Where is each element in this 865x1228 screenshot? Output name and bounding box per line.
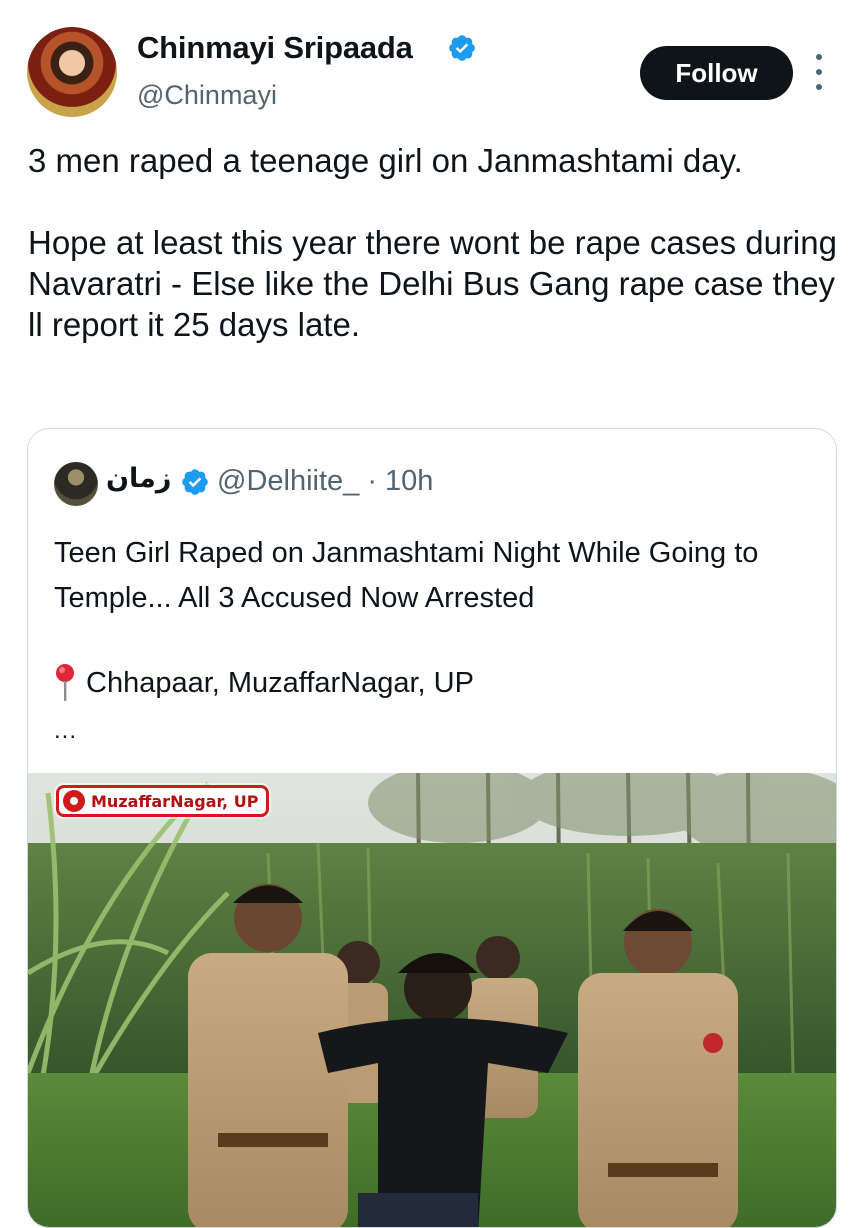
tweet-body: 3 men raped a teenage girl on Janmashtam… <box>28 140 838 345</box>
quoted-tweet-card[interactable]: زمان @Delhiite_ · 10h Teen Girl Raped on… <box>27 428 837 1228</box>
quoted-media-image[interactable]: MuzaffarNagar, UP <box>28 773 836 1227</box>
map-pin-icon <box>56 664 74 701</box>
author-avatar[interactable] <box>27 27 117 117</box>
quoted-headline: Teen Girl Raped on Janmashtami Night Whi… <box>54 537 759 614</box>
more-options-icon[interactable] <box>808 54 830 90</box>
author-name[interactable]: Chinmayi Sripaada <box>137 30 413 66</box>
tweet-paragraph: Hope at least this year there wont be ra… <box>28 224 837 343</box>
quoted-location: Chhapaar, MuzaffarNagar, UP <box>86 666 474 699</box>
follow-button[interactable]: Follow <box>640 46 793 100</box>
truncation-ellipsis[interactable]: ... <box>54 717 77 745</box>
media-location-badge: MuzaffarNagar, UP <box>56 785 270 817</box>
tweet-paragraph: 3 men raped a teenage girl on Janmashtam… <box>28 142 743 179</box>
location-pin-icon <box>63 790 85 812</box>
quoted-tweet-text: Teen Girl Raped on Janmashtami Night Whi… <box>54 531 814 621</box>
author-handle[interactable]: @Chinmayi <box>137 80 277 111</box>
quoted-author-avatar[interactable] <box>54 462 98 506</box>
verified-badge-icon <box>449 35 475 61</box>
media-location-text: MuzaffarNagar, UP <box>91 791 259 811</box>
verified-badge-icon <box>182 469 208 495</box>
news-photo <box>28 773 836 1227</box>
quoted-location-line: Chhapaar, MuzaffarNagar, UP <box>54 663 474 703</box>
quoted-author-handle-time[interactable]: @Delhiite_ · 10h <box>217 465 433 498</box>
quoted-author-name[interactable]: زمان <box>106 463 171 494</box>
